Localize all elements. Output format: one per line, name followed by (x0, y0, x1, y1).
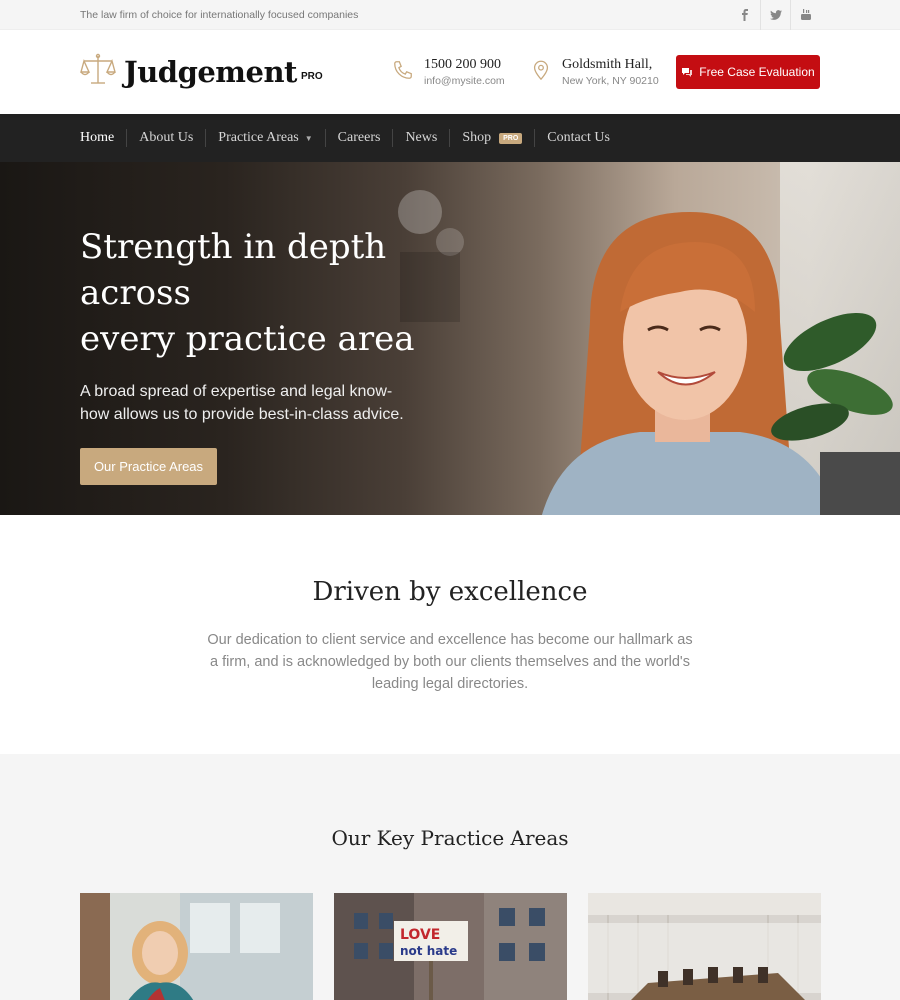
youtube-icon[interactable] (790, 0, 820, 30)
practice-card-3[interactable] (588, 893, 821, 1000)
phone-contact: 1500 200 900 info@mysite.com (392, 57, 505, 87)
hero-title: Strength in depth across every practice … (80, 227, 415, 359)
email-address[interactable]: info@mysite.com (424, 75, 505, 87)
chevron-down-icon: ▼ (304, 133, 313, 143)
facebook-icon[interactable] (730, 0, 760, 30)
nav-item-news[interactable]: News (392, 129, 449, 147)
practice-cards: LOVE not hate (80, 893, 821, 1000)
sign-text-not-hate: not hate (400, 944, 457, 958)
main-nav: Home About Us Practice Areas ▼ Careers Ne… (0, 114, 900, 162)
sign-text-love: LOVE (400, 927, 440, 943)
practice-card-1[interactable] (80, 893, 313, 1000)
nav-item-practice-areas[interactable]: Practice Areas ▼ (205, 129, 324, 147)
site-header: Judgement PRO 1500 200 900 info@mysite.c… (0, 30, 900, 114)
office-people-image (80, 893, 313, 1000)
shop-pro-badge: PRO (499, 132, 523, 144)
address-contact: Goldsmith Hall, New York, NY 90210 (530, 57, 659, 87)
protest-sign-image: LOVE not hate (334, 893, 567, 1000)
social-links (730, 0, 820, 30)
nav-item-shop[interactable]: Shop PRO (449, 129, 534, 147)
logo-text: Judgement (124, 55, 297, 89)
hero-content: Strength in depth across every practice … (80, 224, 500, 485)
our-practice-areas-button[interactable]: Our Practice Areas (80, 448, 217, 485)
nav-item-about[interactable]: About Us (126, 129, 205, 147)
nav-item-careers[interactable]: Careers (324, 129, 393, 147)
hero-section: Strength in depth across every practice … (0, 162, 900, 515)
nav-item-contact[interactable]: Contact Us (534, 129, 622, 147)
practice-areas-section: Our Key Practice Areas LOVE not hate (0, 754, 900, 1000)
phone-icon (392, 59, 414, 86)
location-pin-icon (530, 59, 552, 86)
free-case-evaluation-button[interactable]: Free Case Evaluation (676, 55, 820, 89)
logo[interactable]: Judgement PRO (80, 52, 323, 93)
excellence-section: Driven by excellence Our dedication to c… (0, 515, 900, 754)
top-bar: The law firm of choice for international… (0, 0, 900, 30)
excellence-body: Our dedication to client service and exc… (207, 632, 693, 692)
tagline: The law firm of choice for international… (80, 8, 359, 21)
address-line1: Goldsmith Hall, (562, 57, 653, 72)
hero-subtitle: A broad spread of expertise and legal kn… (80, 383, 404, 423)
chat-icon (682, 68, 693, 77)
conference-room-image (588, 893, 821, 1000)
logo-badge: PRO (300, 70, 323, 82)
practice-card-2[interactable]: LOVE not hate (334, 893, 567, 1000)
hero-plant-image (771, 312, 900, 515)
excellence-heading: Driven by excellence (312, 577, 588, 607)
twitter-icon[interactable] (760, 0, 790, 30)
practice-heading: Our Key Practice Areas (331, 826, 569, 850)
cta-label: Free Case Evaluation (699, 65, 815, 79)
address-line2: New York, NY 90210 (562, 75, 659, 87)
nav-item-home[interactable]: Home (80, 129, 126, 147)
phone-number[interactable]: 1500 200 900 (424, 57, 505, 73)
scales-icon (80, 52, 116, 93)
